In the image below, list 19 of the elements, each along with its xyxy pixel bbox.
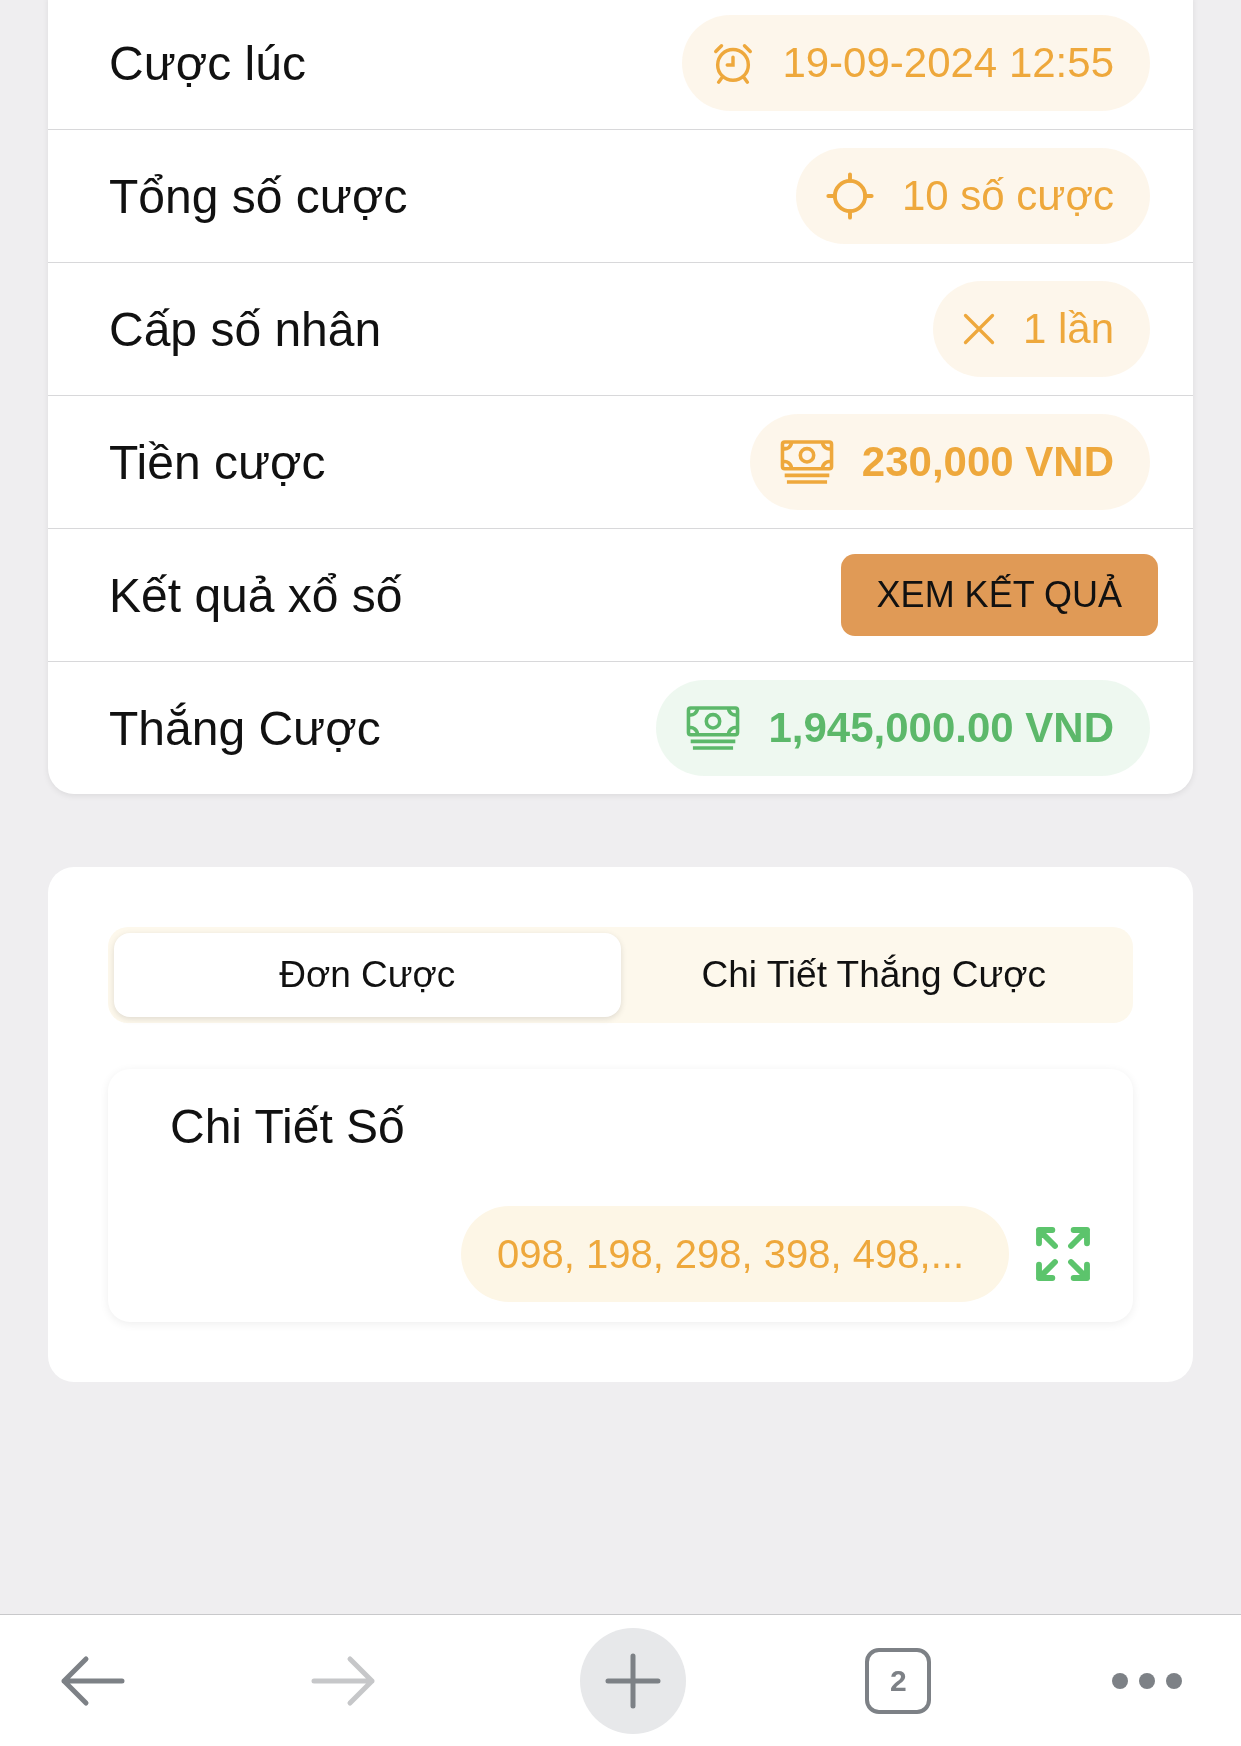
pill-text: 1 lần — [1022, 305, 1114, 353]
more-icon[interactable] — [1111, 1671, 1183, 1690]
plus-icon — [604, 1652, 661, 1709]
row-label: Cược lúc — [109, 35, 306, 91]
numbers-pill: 098, 198, 298, 398, 498,... — [460, 1206, 1009, 1302]
pill-text: 10 số cược — [901, 172, 1114, 220]
view-result-button[interactable]: XEM KẾT QUẢ — [840, 554, 1158, 636]
row-label: Thắng Cược — [109, 700, 381, 756]
pill-text: 1,945,000.00 VND — [768, 704, 1114, 752]
pill-text: 230,000 VND — [861, 438, 1114, 486]
tab[interactable]: Đơn Cược — [114, 933, 621, 1017]
tab[interactable]: Chi Tiết Thắng Cược — [620, 933, 1127, 1017]
section-title: Chi Tiết Số — [170, 1099, 406, 1154]
row-label: Tổng số cược — [109, 168, 408, 224]
row-label: Cấp số nhân — [109, 301, 382, 357]
tab-count-button[interactable]: 2 — [865, 1647, 932, 1714]
pill-text: 19-09-2024 12:55 — [782, 39, 1114, 87]
row-label: Kết quả xổ số — [109, 567, 403, 623]
row-label: Tiền cược — [109, 434, 326, 490]
